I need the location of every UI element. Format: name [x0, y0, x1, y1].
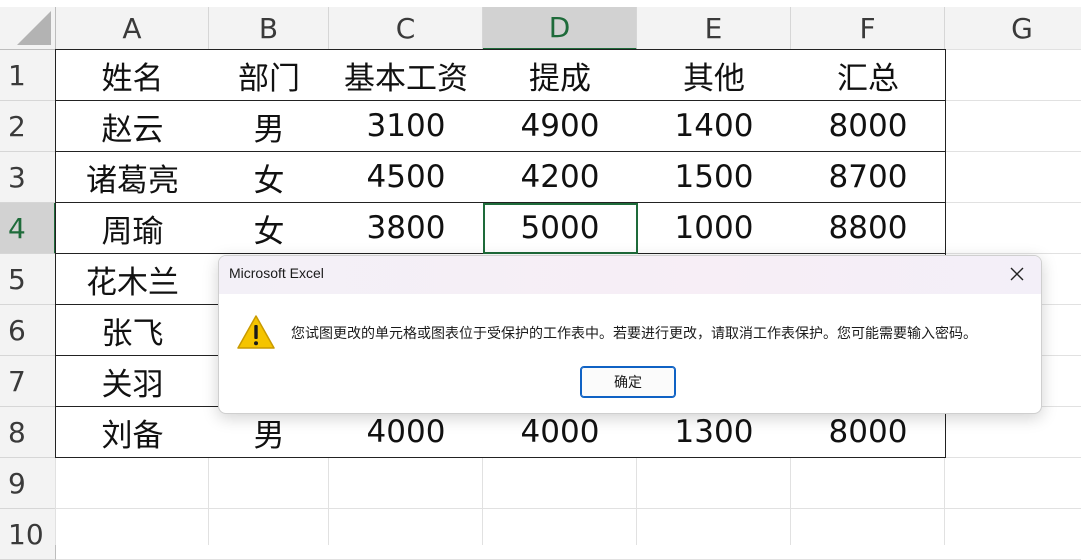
- cell-f2[interactable]: 8000: [791, 101, 946, 152]
- dialog-message: 您试图更改的单元格或图表位于受保护的工作表中。若要进行更改，请取消工作表保护。您…: [291, 326, 977, 342]
- row-header-5[interactable]: 5: [0, 254, 56, 305]
- row-header-8[interactable]: 8: [0, 407, 56, 458]
- cell-d4[interactable]: 5000: [483, 203, 638, 254]
- dialog-titlebar: Microsoft Excel: [219, 256, 1041, 294]
- cell-c1[interactable]: 基本工资: [329, 49, 484, 101]
- cell-f4[interactable]: 8800: [791, 203, 946, 254]
- cell-a7[interactable]: 关羽: [55, 356, 210, 407]
- cell-f8[interactable]: 8000: [791, 407, 946, 458]
- row-header-4[interactable]: 4: [0, 203, 56, 254]
- cell-b1[interactable]: 部门: [209, 49, 330, 101]
- cell-a8[interactable]: 刘备: [55, 407, 210, 458]
- cell-a1[interactable]: 姓名: [55, 49, 210, 101]
- cell-e8[interactable]: 1300: [637, 407, 792, 458]
- cell-e2[interactable]: 1400: [637, 101, 792, 152]
- row-header-6[interactable]: 6: [0, 305, 56, 356]
- cell-b8[interactable]: 男: [209, 407, 330, 458]
- cell-e3[interactable]: 1500: [637, 152, 792, 203]
- cell-e4[interactable]: 1000: [637, 203, 792, 254]
- column-header-e[interactable]: E: [637, 7, 791, 50]
- top-strip: [0, 0, 1081, 7]
- column-header-g[interactable]: G: [945, 7, 1081, 50]
- close-icon[interactable]: [1005, 262, 1029, 286]
- cell-a3[interactable]: 诸葛亮: [55, 152, 210, 203]
- column-header-f[interactable]: F: [791, 7, 945, 50]
- cell-f1[interactable]: 汇总: [791, 49, 946, 101]
- cell-d8[interactable]: 4000: [483, 407, 638, 458]
- cell-a4[interactable]: 周瑜: [55, 203, 210, 254]
- cell-e1[interactable]: 其他: [637, 49, 792, 101]
- column-header-b[interactable]: B: [209, 7, 329, 50]
- cell-d1[interactable]: 提成: [483, 49, 638, 101]
- warning-icon: [236, 313, 276, 351]
- cell-a5[interactable]: 花木兰: [55, 254, 210, 305]
- column-header-a[interactable]: A: [56, 7, 209, 50]
- row-header-9[interactable]: 9: [0, 458, 56, 509]
- cell-c3[interactable]: 4500: [329, 152, 484, 203]
- cell-b3[interactable]: 女: [209, 152, 330, 203]
- select-all-triangle-icon: [17, 11, 51, 45]
- cell-a2[interactable]: 赵云: [55, 101, 210, 152]
- ok-button[interactable]: 确定: [580, 366, 676, 398]
- select-all-corner[interactable]: [0, 7, 56, 50]
- row-header-1[interactable]: 1: [0, 50, 56, 101]
- row-header-10[interactable]: 10: [0, 509, 56, 560]
- row-header-2[interactable]: 2: [0, 101, 56, 152]
- cell-d2[interactable]: 4900: [483, 101, 638, 152]
- cell-b2[interactable]: 男: [209, 101, 330, 152]
- row-header-7[interactable]: 7: [0, 356, 56, 407]
- row-header-3[interactable]: 3: [0, 152, 56, 203]
- dialog-title: Microsoft Excel: [229, 265, 324, 281]
- cell-a6[interactable]: 张飞: [55, 305, 210, 356]
- column-header-c[interactable]: C: [329, 7, 483, 50]
- cell-b4[interactable]: 女: [209, 203, 330, 254]
- cell-f3[interactable]: 8700: [791, 152, 946, 203]
- cell-d3[interactable]: 4200: [483, 152, 638, 203]
- cell-c8[interactable]: 4000: [329, 407, 484, 458]
- cell-c4[interactable]: 3800: [329, 203, 484, 254]
- protected-sheet-dialog: Microsoft Excel 您试图更改的单元格或图表位于受保护的工作表中。若…: [218, 255, 1042, 414]
- gridline-horizontal: [56, 508, 1081, 509]
- cell-c2[interactable]: 3100: [329, 101, 484, 152]
- column-header-d[interactable]: D: [483, 7, 637, 50]
